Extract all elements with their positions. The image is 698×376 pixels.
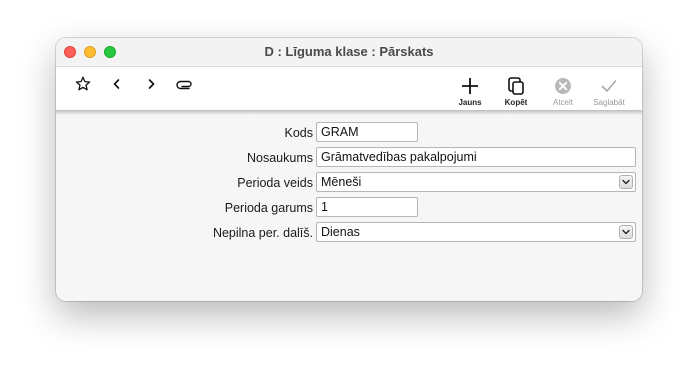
cancel-button-label: Atcelt	[552, 98, 573, 107]
window-title: D : Līguma klase : Pārskats	[264, 44, 434, 59]
plus-icon	[462, 78, 478, 94]
toolbar-divider	[56, 110, 642, 115]
copy-icon	[508, 77, 524, 95]
kods-label: Kods	[284, 126, 314, 140]
new-button-label: Jauns	[458, 98, 482, 107]
nosaukums-label: Nosaukums	[247, 151, 313, 165]
copy-button-label: Kopēt	[504, 98, 528, 107]
nepilna-row: Nepilna per. dalīš. Dienas	[56, 222, 642, 244]
copy-button[interactable]: Kopēt	[496, 76, 536, 107]
chevron-left-icon[interactable]	[108, 75, 126, 93]
nepilna-label: Nepilna per. dalīš.	[212, 226, 313, 240]
dropdown-arrow-icon[interactable]	[619, 175, 633, 189]
perioda-veids-value: Mēneši	[321, 175, 362, 189]
perioda-veids-label: Perioda veids	[237, 176, 313, 190]
cancel-button[interactable]: Atcelt	[543, 76, 583, 107]
chevron-right-icon[interactable]	[142, 75, 160, 93]
perioda-veids-select[interactable]: Mēneši	[316, 172, 636, 192]
paperclip-icon[interactable]	[176, 75, 194, 93]
nosaukums-field[interactable]: Grāmatvedības pakalpojumi	[316, 147, 636, 167]
nepilna-select[interactable]: Dienas	[316, 222, 636, 242]
nepilna-value: Dienas	[321, 225, 360, 239]
perioda-garums-row: Perioda garums 1	[56, 197, 642, 219]
kods-field[interactable]: GRAM	[316, 122, 418, 142]
new-button[interactable]: Jauns	[450, 76, 490, 107]
app-window: D : Līguma klase : Pārskats Jauns Kopēt …	[56, 38, 642, 301]
kods-row: Kods GRAM	[56, 122, 642, 144]
checkmark-icon	[601, 80, 617, 92]
cancel-circle-icon	[555, 78, 571, 94]
title-bar: D : Līguma klase : Pārskats	[56, 38, 642, 67]
toolbar: Jauns Kopēt Atcelt Saglabāt	[56, 67, 642, 110]
dropdown-arrow-icon[interactable]	[619, 225, 633, 239]
save-button-label: Saglabāt	[593, 98, 625, 107]
perioda-veids-row: Perioda veids Mēneši	[56, 172, 642, 194]
perioda-garums-label: Perioda garums	[224, 201, 313, 215]
save-button[interactable]: Saglabāt	[589, 76, 629, 107]
nosaukums-row: Nosaukums Grāmatvedības pakalpojumi	[56, 147, 642, 169]
perioda-garums-field[interactable]: 1	[316, 197, 418, 217]
star-icon[interactable]	[74, 75, 92, 93]
